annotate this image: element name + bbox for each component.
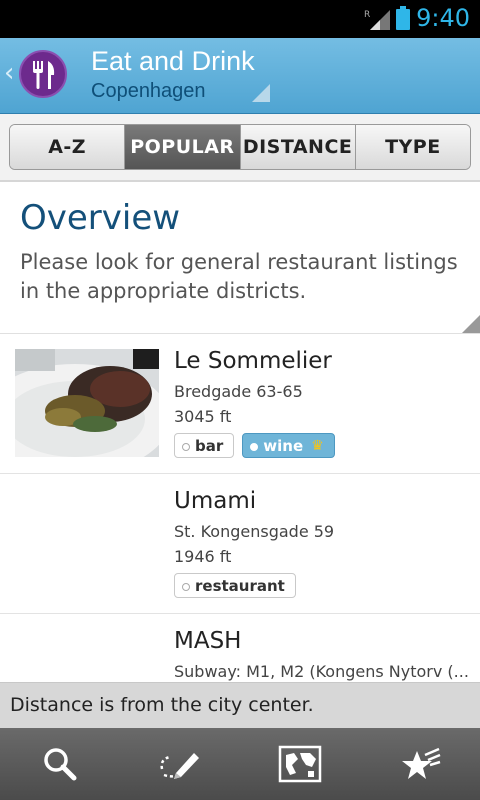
listing-address: St. Kongensgade 59 — [174, 522, 335, 541]
bottom-toolbar — [0, 728, 480, 800]
listing-distance: 1946 ft — [174, 547, 232, 566]
list-item[interactable]: Umami St. Kongensgade 59 1946 ft restaur… — [0, 474, 480, 614]
map-icon — [278, 745, 322, 783]
sort-tabs: A-Z POPULAR DISTANCE TYPE — [9, 124, 471, 170]
app-header: ‹ Eat and Drink Copenhagen — [0, 38, 480, 114]
tag-restaurant[interactable]: restaurant — [174, 573, 296, 598]
fork-knife-icon[interactable] — [19, 50, 67, 98]
tag-label: restaurant — [195, 576, 285, 595]
location-selector[interactable]: Copenhagen — [91, 80, 206, 103]
tag-label: bar — [195, 436, 224, 455]
listing-address: Bredgade 63-65 — [174, 382, 303, 401]
listing-tags: restaurant — [174, 573, 296, 598]
tag-label: wine — [263, 436, 304, 455]
edit-notes-icon — [160, 753, 199, 779]
listing-name: MASH — [174, 628, 242, 654]
list-item[interactable]: Le Sommelier Bredgade 63-65 3045 ft bar … — [0, 334, 480, 474]
search-button[interactable] — [0, 728, 120, 800]
battery-icon — [396, 6, 410, 30]
notes-button[interactable] — [120, 728, 240, 800]
listing-name: Le Sommelier — [174, 348, 332, 374]
clock: 9:40 — [416, 4, 470, 32]
list-item[interactable]: MASH Subway: M1, M2 (Kongens Nytorv (... — [0, 614, 480, 682]
distance-note-text: Distance is from the city center. — [10, 694, 314, 716]
tab-a-z[interactable]: A-Z — [10, 125, 126, 169]
overview-section[interactable]: Overview Please look for general restaur… — [0, 184, 480, 334]
favorites-icon — [402, 747, 441, 779]
search-icon — [44, 748, 77, 781]
distance-note: Distance is from the city center. — [0, 682, 480, 728]
page-title: Eat and Drink — [91, 46, 255, 76]
tab-type[interactable]: TYPE — [355, 125, 470, 169]
listing-address: Subway: M1, M2 (Kongens Nytorv (... — [174, 662, 469, 681]
overview-title: Overview — [20, 198, 181, 238]
roaming-indicator: R — [364, 10, 370, 20]
tab-popular[interactable]: POPULAR — [125, 125, 241, 169]
restaurant-photo — [15, 349, 159, 457]
crown-icon: ♛ — [311, 437, 324, 454]
dropdown-indicator-icon[interactable] — [252, 84, 270, 102]
signal-icon: R — [364, 10, 390, 30]
favorites-button[interactable] — [360, 728, 480, 800]
expand-corner-icon — [462, 315, 480, 333]
overview-text: Please look for general restaurant listi… — [20, 250, 458, 303]
listing-name: Umami — [174, 488, 257, 514]
listing-tags: bar wine ♛ — [174, 433, 335, 458]
map-button[interactable] — [240, 728, 360, 800]
tag-wine[interactable]: wine ♛ — [242, 433, 335, 458]
status-bar: R 9:40 — [0, 0, 480, 38]
sort-tab-bar: A-Z POPULAR DISTANCE TYPE — [0, 114, 480, 182]
chevron-left-icon[interactable]: ‹ — [4, 58, 14, 88]
listing-distance: 3045 ft — [174, 407, 232, 426]
restaurant-list[interactable]: Le Sommelier Bredgade 63-65 3045 ft bar … — [0, 334, 480, 682]
tab-distance[interactable]: DISTANCE — [240, 125, 356, 169]
tag-bar[interactable]: bar — [174, 433, 235, 458]
